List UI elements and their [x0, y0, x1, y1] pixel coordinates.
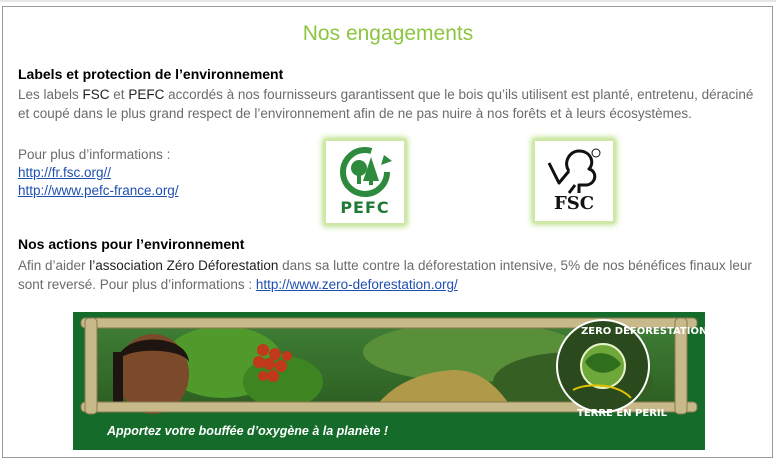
pefc-logo-text: PEFC: [340, 198, 390, 217]
paragraph-text: et: [109, 87, 129, 102]
pefc-logo: PEFC: [326, 141, 404, 223]
top-divider: [0, 0, 776, 2]
actions-paragraph: Afin d’aider l’association Zéro Déforest…: [18, 256, 758, 294]
section-heading-actions: Nos actions pour l’environnement: [18, 236, 245, 252]
page-title: Nos engagements: [302, 22, 474, 45]
banner-caption: Apportez votre bouffée d’oxygène à la pl…: [107, 424, 389, 438]
badge-bottom-text: TERRE EN PERIL: [577, 408, 668, 419]
association-name: l’association Zéro Déforestation: [89, 258, 279, 273]
pefc-link[interactable]: http://www.pefc-france.org/: [18, 183, 179, 198]
paragraph-text: Afin d’aider: [18, 258, 90, 273]
bottom-strip: [0, 460, 776, 472]
fsc-logo-text: FSC: [553, 193, 595, 214]
fsc-logo: FSC: [535, 141, 613, 221]
more-info-label: Pour plus d’informations :: [18, 147, 171, 162]
zero-deforestation-banner[interactable]: ZERO DEFORESTATION TERRE EN PERIL Apport…: [73, 312, 705, 450]
paragraph-text: Les labels: [18, 87, 83, 102]
badge-top-text: ZERO DEFORESTATION: [581, 326, 705, 337]
zero-deforestation-link[interactable]: http://www.zero-deforestation.org/: [256, 277, 458, 292]
pefc-term: PEFC: [128, 87, 165, 102]
fsc-link[interactable]: http://fr.fsc.org//: [18, 165, 111, 180]
fsc-term: FSC: [82, 87, 110, 102]
section-heading-labels: Labels et protection de l’environnement: [18, 66, 284, 82]
labels-paragraph: Les labels FSC et PEFC accordés à nos fo…: [18, 85, 758, 123]
